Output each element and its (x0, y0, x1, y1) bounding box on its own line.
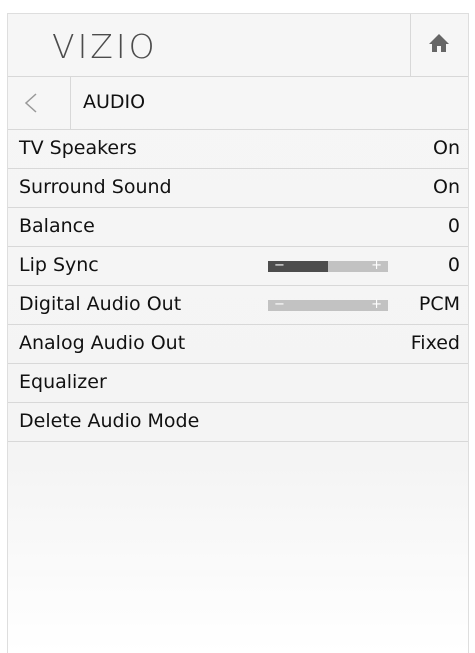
menu-list: TV Speakers On Surround Sound On Balance… (8, 130, 468, 442)
menu-item-label: TV Speakers (19, 137, 137, 159)
menu-item-analog-audio-out[interactable]: Analog Audio Out Fixed (8, 325, 468, 364)
home-icon (429, 34, 449, 52)
breadcrumb: AUDIO (8, 77, 468, 130)
home-button[interactable] (410, 14, 469, 76)
menu-item-label: Delete Audio Mode (19, 410, 200, 432)
menu-item-value: Fixed (410, 332, 460, 354)
back-button[interactable] (8, 77, 71, 129)
menu-item-value: On (433, 176, 460, 198)
minus-icon: − (274, 258, 285, 273)
menu-item-label: Equalizer (19, 371, 107, 393)
digital-audio-out-slider[interactable]: − + (268, 297, 388, 312)
menu-item-value: On (433, 137, 460, 159)
menu-item-digital-audio-out[interactable]: Digital Audio Out − + PCM (8, 286, 468, 325)
minus-icon: − (274, 297, 285, 312)
plus-icon: + (371, 297, 382, 312)
menu-item-equalizer[interactable]: Equalizer (8, 364, 468, 403)
menu-header: VIZIO (8, 14, 468, 77)
menu-item-label: Lip Sync (19, 254, 99, 276)
menu-item-balance[interactable]: Balance 0 (8, 208, 468, 247)
menu-item-value: 0 (447, 215, 460, 237)
vizio-logo: VIZIO (52, 27, 158, 66)
menu-item-delete-audio-mode[interactable]: Delete Audio Mode (8, 403, 468, 442)
lip-sync-slider[interactable]: − + (268, 258, 388, 273)
menu-item-value: PCM (418, 293, 460, 315)
menu-item-label: Analog Audio Out (19, 332, 186, 354)
plus-icon: + (371, 258, 382, 273)
breadcrumb-title: AUDIO (83, 91, 146, 113)
menu-item-value: 0 (447, 254, 460, 276)
menu-item-tv-speakers[interactable]: TV Speakers On (8, 130, 468, 169)
audio-menu-panel: VIZIO AUDIO TV Speakers On Surround Soun… (7, 13, 469, 653)
menu-item-surround-sound[interactable]: Surround Sound On (8, 169, 468, 208)
menu-item-label: Digital Audio Out (19, 293, 182, 315)
back-arrow-icon (24, 93, 37, 113)
menu-item-label: Surround Sound (19, 176, 172, 198)
menu-item-label: Balance (19, 215, 95, 237)
menu-item-lip-sync[interactable]: Lip Sync − + 0 (8, 247, 468, 286)
